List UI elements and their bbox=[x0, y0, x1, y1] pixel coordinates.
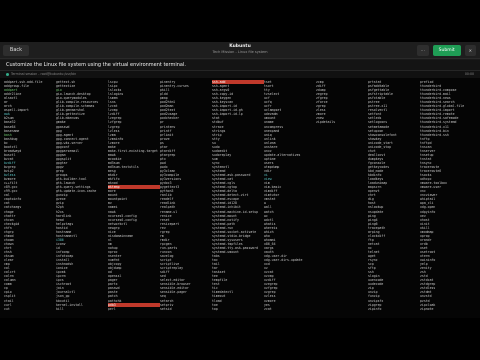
terminal-output[interactable]: addpart-ssh-add-file addgroup-file addpart… bbox=[0, 78, 480, 318]
terminal-entry: top bbox=[212, 306, 218, 311]
status-time: 00:00 bbox=[464, 72, 474, 76]
terminal-entry: zcat bbox=[264, 306, 272, 311]
status-text: Terminal session - root@kubuntu:/usr/bin bbox=[11, 72, 77, 76]
task-instruction: Customize the Linux file system using th… bbox=[6, 62, 186, 68]
terminal-column: prefixd thunderbird thunderbird-compose thu… bbox=[420, 80, 472, 311]
status-bar: Terminal session - root@kubuntu:/usr/bin… bbox=[0, 71, 480, 78]
terminal-entry: zipnote bbox=[420, 306, 434, 311]
terminal-entry: perl bbox=[108, 306, 116, 311]
close-chip[interactable]: ✕ bbox=[464, 45, 476, 56]
terminal-column: gettext-sh gettextize gio gio-launch-deskto… bbox=[56, 80, 108, 311]
menu-chip[interactable]: ⋯ bbox=[416, 45, 429, 56]
terminal-entry: kill bbox=[56, 306, 64, 311]
terminal-column: addpart-ssh-add-file addgroup-file addpart… bbox=[4, 80, 56, 311]
more-icon: ⋯ bbox=[420, 48, 425, 53]
terminal-column: ssh-add ssh-agent ssh-argv0 ssh-copy-id ssh-… bbox=[212, 80, 264, 311]
terminal-column: lscpu lsipc lslocks lslogins lsmem lsns lzcat l… bbox=[108, 80, 160, 311]
terminal-column: pinentry pinentry-curses pkill pldd pmap pod2… bbox=[160, 80, 212, 311]
terminal-entry: setsid bbox=[160, 306, 172, 311]
close-icon: ✕ bbox=[468, 48, 472, 53]
terminal-entry: cut bbox=[4, 306, 10, 311]
back-button[interactable]: Back bbox=[3, 45, 29, 56]
terminal-columns: addpart-ssh-add-file addgroup-file addpart… bbox=[4, 80, 472, 311]
terminal-entry: zipdetails bbox=[316, 120, 336, 125]
app-window: Back Kubuntu Tech Mission - Linux file s… bbox=[0, 42, 480, 318]
terminal-entry: zipinfo bbox=[368, 306, 382, 311]
window-controls: ⋯ Submit ✕ bbox=[416, 45, 476, 56]
submit-button[interactable]: Submit bbox=[432, 45, 461, 56]
window-subtitle: Tech Mission - Linux file system bbox=[212, 50, 268, 54]
title-bar: Back Kubuntu Tech Mission - Linux file s… bbox=[0, 42, 480, 59]
terminal-column: tset tsort tty tzselect ucf ucfq ucfr uclampset… bbox=[264, 80, 316, 311]
terminal-column: prtstat psfaddtable psfgettable psfstriptab… bbox=[368, 80, 420, 311]
terminal-column: zcmp zdiff zdump zegrep zfgrep zforce zgrep zle… bbox=[316, 80, 368, 311]
terminal-entry: systemd-machine-id-setup bbox=[212, 209, 259, 214]
status-dot-icon bbox=[6, 73, 9, 76]
task-bar: Customize the Linux file system using th… bbox=[0, 60, 480, 71]
